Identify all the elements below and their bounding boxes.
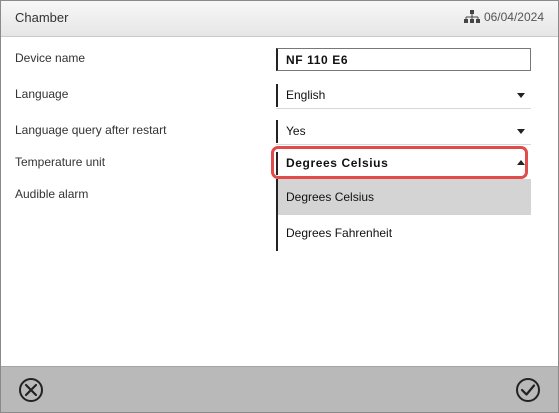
- temperature-unit-select[interactable]: Degrees Celsius: [276, 152, 531, 175]
- row-device-name: Device name NF 110 E6: [1, 45, 558, 73]
- option-label: Degrees Fahrenheit: [286, 226, 393, 240]
- row-language: Language English: [1, 81, 558, 109]
- header-status: 06/04/2024: [463, 10, 544, 24]
- language-query-value: Yes: [286, 124, 306, 138]
- device-name-value: NF 110 E6: [286, 53, 349, 67]
- close-circle-icon[interactable]: [17, 376, 45, 404]
- row-label: Device name: [15, 51, 86, 65]
- divider: [276, 108, 531, 109]
- footer-bar: [1, 366, 558, 412]
- temperature-unit-dropdown: Degrees Celsius Degrees Fahrenheit: [276, 179, 531, 251]
- row-label: Language: [15, 87, 69, 101]
- row-label: Temperature unit: [15, 155, 106, 169]
- dropdown-option-fahrenheit[interactable]: Degrees Fahrenheit: [276, 215, 531, 251]
- temperature-unit-value: Degrees Celsius: [286, 156, 389, 170]
- row-language-query: Language query after restart Yes: [1, 117, 558, 145]
- language-query-select[interactable]: Yes: [276, 120, 531, 143]
- chevron-down-icon: [517, 129, 525, 134]
- divider: [276, 144, 531, 145]
- device-name-field[interactable]: NF 110 E6: [276, 48, 531, 71]
- header-date: 06/04/2024: [483, 10, 544, 24]
- page-title: Chamber: [15, 10, 69, 25]
- settings-window: Chamber 06/04/2024 Device name NF 110 E6…: [0, 0, 559, 413]
- title-bar: Chamber 06/04/2024: [1, 1, 558, 37]
- row-label: Audible alarm: [15, 187, 89, 201]
- row-label: Language query after restart: [15, 123, 167, 137]
- option-label: Degrees Celsius: [286, 190, 375, 204]
- check-circle-icon[interactable]: [514, 376, 542, 404]
- row-temperature-unit: Temperature unit Degrees Celsius: [1, 149, 558, 177]
- sitemap-icon: [463, 10, 480, 23]
- language-value: English: [286, 88, 326, 102]
- chevron-up-icon: [517, 160, 525, 165]
- chevron-down-icon: [517, 93, 525, 98]
- language-select[interactable]: English: [276, 84, 531, 107]
- dropdown-option-celsius[interactable]: Degrees Celsius: [276, 179, 531, 215]
